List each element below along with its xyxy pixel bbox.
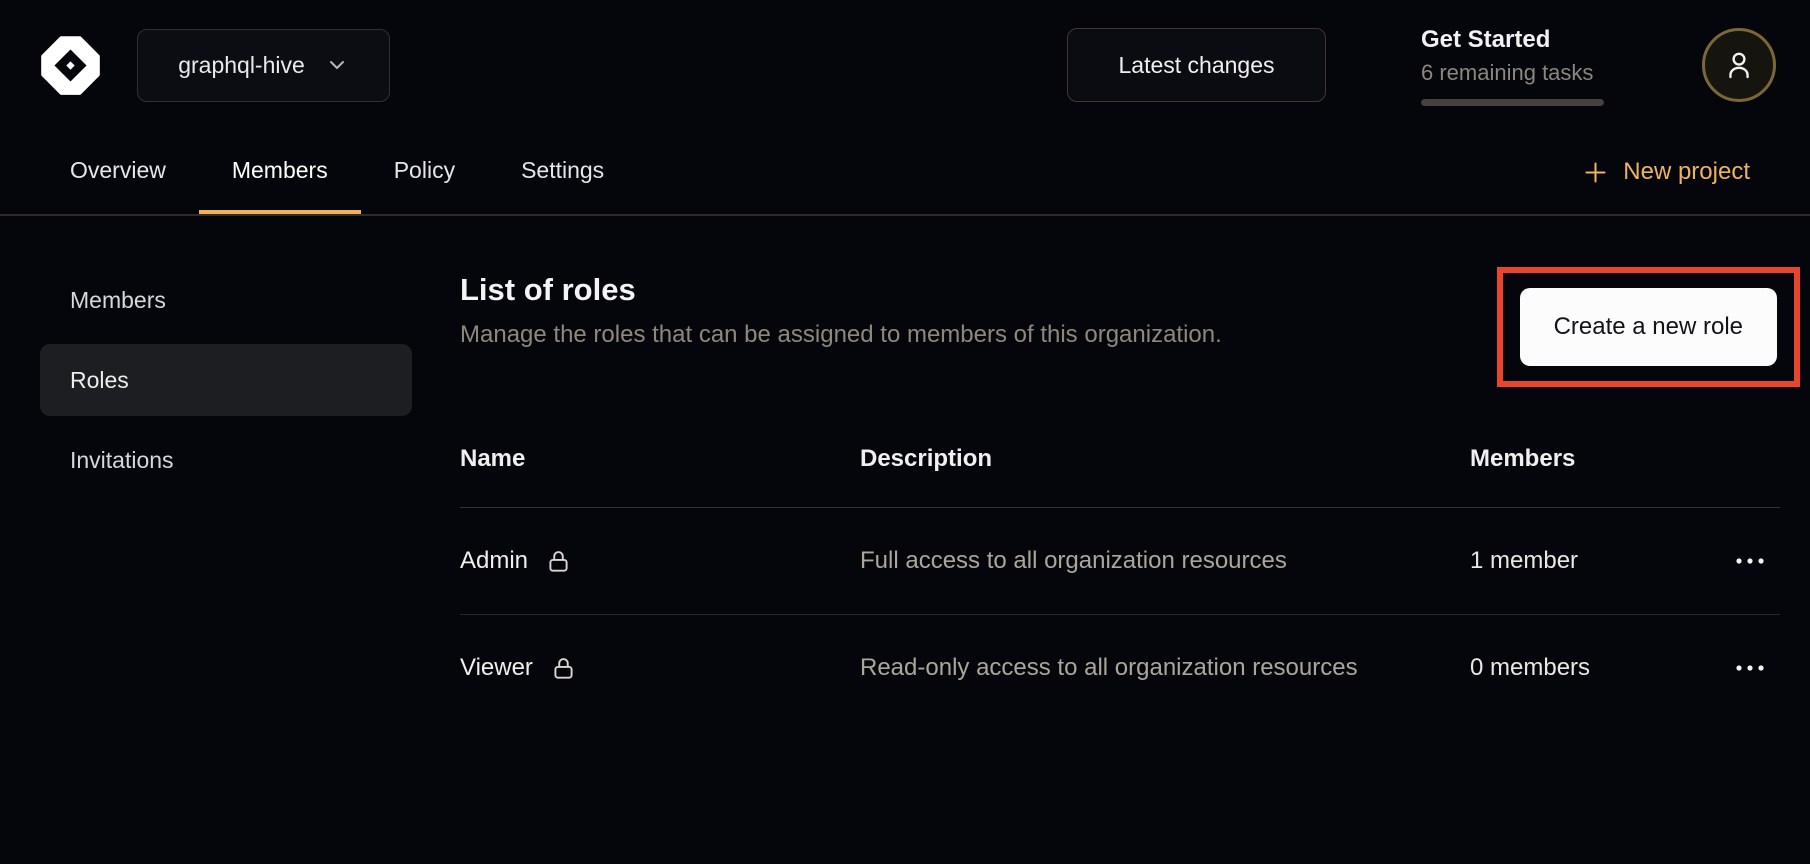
table-row-viewer: Viewer Read-only access to all organizat…: [460, 615, 1780, 721]
row-menu-button[interactable]: [1729, 551, 1771, 571]
role-description: Full access to all organization resource…: [860, 544, 1380, 578]
sidebar-item-invitations[interactable]: Invitations: [40, 424, 412, 496]
user-icon: [1720, 46, 1758, 84]
roles-table-header: Name Description Members: [460, 445, 1780, 508]
org-selector-label: graphql-hive: [178, 52, 305, 79]
get-started-remaining-tasks: 6 remaining tasks: [1421, 59, 1606, 87]
row-menu-button[interactable]: [1729, 658, 1771, 678]
plus-icon: [1582, 159, 1609, 186]
table-row-admin: Admin Full access to all organization re…: [460, 508, 1780, 615]
column-header-description: Description: [860, 445, 1380, 473]
page-subtitle: Manage the roles that can be assigned to…: [460, 320, 1222, 350]
sidebar-item-roles[interactable]: Roles: [40, 344, 412, 416]
new-project-label: New project: [1623, 158, 1750, 186]
org-tab-bar: Overview Members Policy Settings New pro…: [0, 130, 1810, 216]
column-header-members: Members: [1470, 445, 1720, 473]
page-title: List of roles: [460, 270, 1222, 310]
top-header: graphql-hive Latest changes Get Started …: [0, 0, 1810, 130]
column-header-name: Name: [460, 445, 860, 473]
role-name: Viewer: [460, 654, 533, 682]
hive-logo[interactable]: [37, 32, 104, 99]
role-members-count: 1 member: [1470, 547, 1720, 575]
user-avatar-button[interactable]: [1702, 28, 1776, 102]
sidebar-item-members[interactable]: Members: [40, 264, 412, 336]
tab-policy[interactable]: Policy: [361, 130, 488, 214]
chevron-down-icon: [325, 53, 349, 77]
role-members-count: 0 members: [1470, 654, 1720, 682]
new-project-button[interactable]: New project: [1582, 130, 1750, 214]
members-sidebar: Members Roles Invitations: [0, 216, 424, 721]
lock-icon: [545, 547, 572, 576]
ellipsis-icon: [1735, 557, 1765, 565]
roles-header: List of roles Manage the roles that can …: [460, 270, 1780, 387]
tab-settings[interactable]: Settings: [488, 130, 637, 214]
role-name: Admin: [460, 547, 528, 575]
roles-table: Name Description Members Admin: [460, 445, 1780, 721]
roles-title-block: List of roles Manage the roles that can …: [460, 270, 1222, 350]
role-description: Read-only access to all organization res…: [860, 651, 1380, 685]
get-started-widget[interactable]: Get Started 6 remaining tasks: [1421, 25, 1606, 106]
latest-changes-button[interactable]: Latest changes: [1067, 28, 1326, 102]
get-started-title: Get Started: [1421, 25, 1606, 55]
tab-overview[interactable]: Overview: [37, 130, 199, 214]
annotation-highlight-box: Create a new role: [1497, 267, 1800, 387]
tab-members[interactable]: Members: [199, 130, 361, 214]
roles-panel: List of roles Manage the roles that can …: [460, 216, 1780, 721]
org-selector-dropdown[interactable]: graphql-hive: [137, 29, 390, 102]
lock-icon: [550, 654, 577, 683]
get-started-progress-bar: [1421, 99, 1604, 106]
ellipsis-icon: [1735, 664, 1765, 672]
create-new-role-button[interactable]: Create a new role: [1520, 288, 1777, 366]
members-page-content: Members Roles Invitations List of roles …: [0, 216, 1810, 721]
